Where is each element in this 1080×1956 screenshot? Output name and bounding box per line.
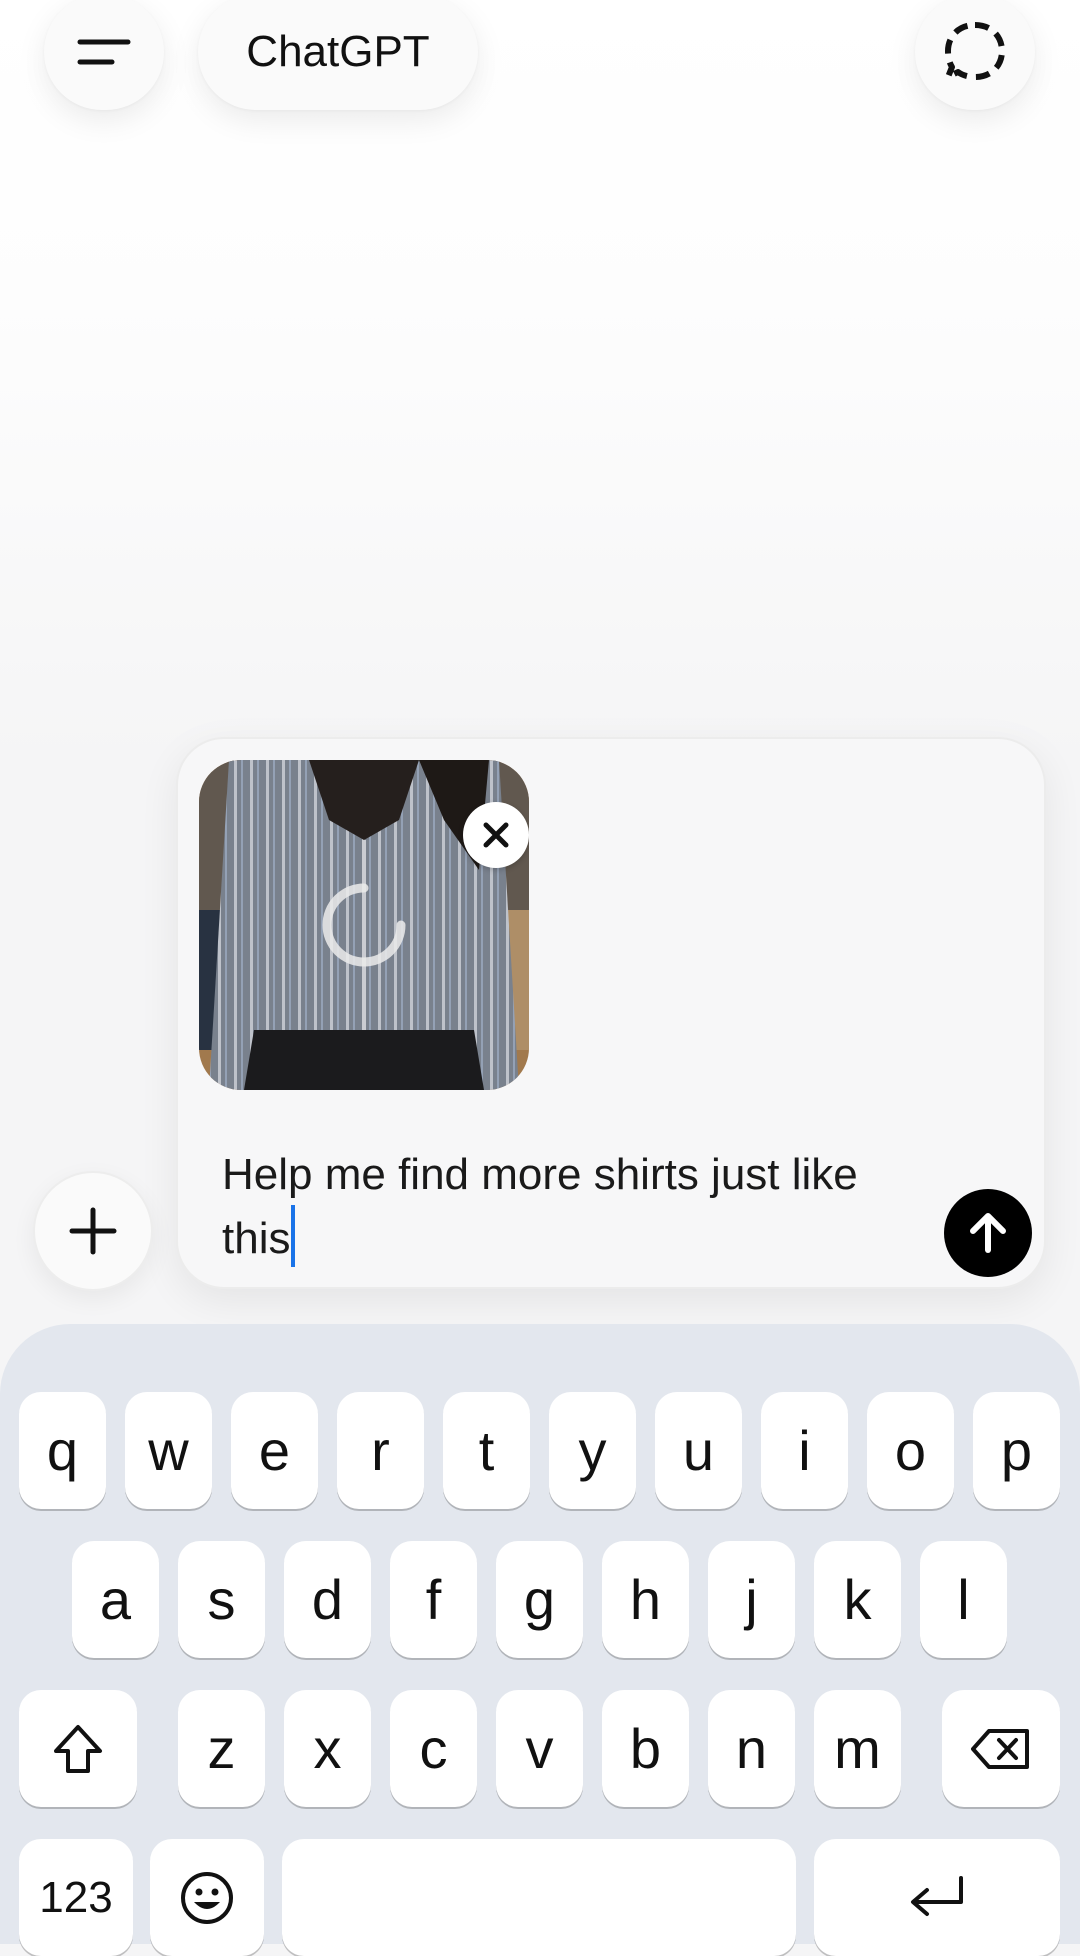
key-q[interactable]: q xyxy=(19,1392,106,1509)
dashed-chat-bubble-icon xyxy=(945,22,1005,80)
key-label: n xyxy=(735,1717,768,1780)
key-label: f xyxy=(425,1568,442,1631)
key-l[interactable]: l xyxy=(920,1541,1007,1658)
key-label: m xyxy=(834,1717,881,1780)
key-label: p xyxy=(1000,1419,1033,1482)
key-o[interactable]: o xyxy=(867,1392,954,1509)
key-label: w xyxy=(148,1419,189,1482)
backspace-key[interactable] xyxy=(942,1690,1060,1807)
key-n[interactable]: n xyxy=(708,1690,795,1807)
key-z[interactable]: z xyxy=(178,1690,265,1807)
key-label: s xyxy=(207,1568,236,1631)
send-button[interactable] xyxy=(944,1189,1032,1277)
key-d[interactable]: d xyxy=(284,1541,371,1658)
numbers-key[interactable]: 123 xyxy=(19,1839,133,1956)
key-label: g xyxy=(523,1568,556,1631)
key-h[interactable]: h xyxy=(602,1541,689,1658)
menu-button[interactable] xyxy=(44,0,164,110)
space-key[interactable] xyxy=(282,1839,796,1956)
key-t[interactable]: t xyxy=(443,1392,530,1509)
key-label: a xyxy=(99,1568,132,1631)
key-label: u xyxy=(682,1419,715,1482)
key-e[interactable]: e xyxy=(231,1392,318,1509)
key-label: t xyxy=(478,1419,495,1482)
key-label: b xyxy=(629,1717,662,1780)
attachment-thumbnail[interactable] xyxy=(199,760,529,1090)
loading-spinner-icon xyxy=(322,883,406,967)
key-label: y xyxy=(578,1419,607,1482)
keyboard: q w e r t y u i o p a s d f g h j k l z … xyxy=(0,1324,1080,1956)
key-label: c xyxy=(419,1717,448,1780)
arrow-up-icon xyxy=(970,1213,1006,1253)
key-label: k xyxy=(843,1568,872,1631)
text-caret xyxy=(291,1205,296,1267)
key-f[interactable]: f xyxy=(390,1541,477,1658)
return-icon xyxy=(911,1875,963,1916)
key-j[interactable]: j xyxy=(708,1541,795,1658)
key-label: x xyxy=(313,1717,342,1780)
key-p[interactable]: p xyxy=(973,1392,1060,1509)
page-title: ChatGPT xyxy=(246,27,430,76)
key-label: d xyxy=(311,1568,344,1631)
key-r[interactable]: r xyxy=(337,1392,424,1509)
key-label: 123 xyxy=(39,1872,113,1922)
key-w[interactable]: w xyxy=(125,1392,212,1509)
key-s[interactable]: s xyxy=(178,1541,265,1658)
key-label: j xyxy=(745,1568,758,1631)
return-key[interactable] xyxy=(814,1839,1060,1956)
key-i[interactable]: i xyxy=(761,1392,848,1509)
key-g[interactable]: g xyxy=(496,1541,583,1658)
key-u[interactable]: u xyxy=(655,1392,742,1509)
emoji-key[interactable] xyxy=(150,1839,264,1956)
plus-icon xyxy=(69,1207,117,1255)
temporary-chat-button[interactable] xyxy=(915,0,1035,110)
prompt-value: Help me find more shirts just like this xyxy=(222,1150,858,1263)
key-label: r xyxy=(371,1419,390,1482)
key-label: o xyxy=(894,1419,927,1482)
key-v[interactable]: v xyxy=(496,1690,583,1807)
key-c[interactable]: c xyxy=(390,1690,477,1807)
key-label: e xyxy=(258,1419,291,1482)
key-k[interactable]: k xyxy=(814,1541,901,1658)
key-x[interactable]: x xyxy=(284,1690,371,1807)
close-icon xyxy=(483,822,509,848)
key-label: q xyxy=(46,1419,79,1482)
key-label: z xyxy=(207,1717,236,1780)
shift-key[interactable] xyxy=(19,1690,137,1807)
key-a[interactable]: a xyxy=(72,1541,159,1658)
prompt-input[interactable]: Help me find more shirts just like this xyxy=(222,1145,902,1269)
background xyxy=(0,0,1080,760)
key-y[interactable]: y xyxy=(549,1392,636,1509)
menu-lines-icon xyxy=(77,39,131,65)
key-m[interactable]: m xyxy=(814,1690,901,1807)
model-selector[interactable]: ChatGPT xyxy=(198,0,478,110)
add-attachment-button[interactable] xyxy=(33,1171,153,1291)
backspace-icon xyxy=(971,1728,1029,1769)
key-label: h xyxy=(629,1568,662,1631)
shift-arrow-icon xyxy=(54,1724,102,1773)
remove-attachment-button[interactable] xyxy=(463,802,529,868)
key-label: l xyxy=(957,1568,970,1631)
emoji-icon xyxy=(181,1871,233,1924)
key-label: v xyxy=(525,1717,554,1780)
key-label: i xyxy=(798,1419,811,1482)
key-b[interactable]: b xyxy=(602,1690,689,1807)
composer: Help me find more shirts just like this xyxy=(176,737,1046,1289)
